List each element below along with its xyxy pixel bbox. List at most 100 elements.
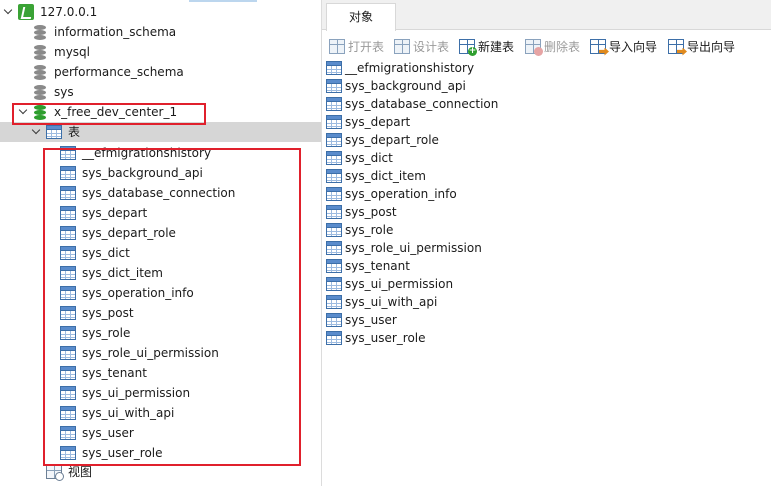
database-icon (34, 65, 46, 80)
tree-node-views-folder[interactable]: 视图 (0, 462, 321, 482)
object-list-item[interactable]: sys_operation_info (326, 185, 457, 203)
table-icon (60, 366, 76, 380)
open-table-icon (329, 38, 345, 54)
table-icon (60, 446, 76, 460)
table-icon (326, 331, 342, 345)
object-label: sys_role (345, 223, 394, 237)
chevron-down-icon[interactable] (31, 126, 43, 138)
export-wizard-label: 导出向导 (687, 39, 736, 54)
connection-label: 127.0.0.1 (40, 5, 98, 19)
tree-node-database[interactable]: mysql (0, 42, 321, 62)
table-icon (60, 266, 76, 280)
table-icon (60, 306, 76, 320)
tree-node-table[interactable]: sys_tenant (0, 363, 321, 383)
table-label: sys_dict (82, 246, 130, 260)
import-wizard-label: 导入向导 (609, 39, 658, 54)
tree-node-table[interactable]: sys_role_ui_permission (0, 343, 321, 363)
chevron-down-icon[interactable] (3, 6, 15, 18)
object-list-item[interactable]: sys_depart_role (326, 131, 439, 149)
open-database-label: x_free_dev_center_1 (54, 105, 178, 119)
table-label: sys_background_api (82, 166, 203, 180)
table-label: __efmigrationshistory (82, 146, 212, 160)
table-label: sys_ui_permission (82, 386, 191, 400)
tree-node-connection[interactable]: 127.0.0.1 (0, 2, 321, 22)
table-label: sys_dict_item (82, 266, 163, 280)
table-icon (60, 286, 76, 300)
tree-node-table[interactable]: sys_ui_permission (0, 383, 321, 403)
object-label: sys_dict (345, 151, 393, 165)
tree-node-table[interactable]: sys_dict (0, 243, 321, 263)
object-list-item[interactable]: sys_background_api (326, 77, 466, 95)
table-icon (60, 246, 76, 260)
object-list-item[interactable]: sys_depart (326, 113, 410, 131)
table-icon (326, 133, 342, 147)
table-icon (326, 169, 342, 183)
object-list-item[interactable]: __efmigrationshistory (326, 59, 474, 77)
tree-node-table[interactable]: sys_user_role (0, 443, 321, 463)
tab-objects[interactable]: 对象 (326, 3, 396, 31)
object-list-item[interactable]: sys_dict (326, 149, 393, 167)
table-icon (326, 151, 342, 165)
object-label: sys_depart (345, 115, 411, 129)
tree-node-table[interactable]: sys_dict_item (0, 263, 321, 283)
table-icon (326, 313, 342, 327)
table-icon (326, 115, 342, 129)
table-label: sys_user (82, 426, 134, 440)
table-icon (60, 226, 76, 240)
tree-node-table[interactable]: __efmigrationshistory (0, 143, 321, 163)
tree-node-database[interactable]: sys (0, 82, 321, 102)
new-table-button[interactable]: + 新建表 (459, 34, 514, 58)
tree-node-table[interactable]: sys_role (0, 323, 321, 343)
delete-table-icon (525, 38, 543, 56)
object-list-item[interactable]: sys_database_connection (326, 95, 498, 113)
design-table-button[interactable]: 设计表 (394, 34, 449, 58)
tree-node-table[interactable]: sys_background_api (0, 163, 321, 183)
export-icon (668, 38, 687, 56)
tree-node-table[interactable]: sys_database_connection (0, 183, 321, 203)
database-label: performance_schema (54, 65, 184, 79)
object-label: sys_depart_role (345, 133, 439, 147)
object-list-item[interactable]: sys_ui_with_api (326, 293, 437, 311)
tree-node-tables-folder[interactable]: 表 (0, 122, 321, 142)
table-icon (60, 186, 76, 200)
design-table-label: 设计表 (413, 39, 450, 54)
design-table-icon (394, 38, 410, 54)
object-list-item[interactable]: sys_ui_permission (326, 275, 453, 293)
tree-node-table[interactable]: sys_operation_info (0, 283, 321, 303)
table-label: sys_role (82, 326, 131, 340)
table-label: sys_user_role (82, 446, 163, 460)
export-wizard-button[interactable]: 导出向导 (668, 34, 735, 58)
table-icon (326, 259, 342, 273)
object-list-item[interactable]: sys_user (326, 311, 397, 329)
tree-node-table[interactable]: sys_ui_with_api (0, 403, 321, 423)
new-table-label: 新建表 (478, 39, 515, 54)
tree-node-database[interactable]: performance_schema (0, 62, 321, 82)
chevron-down-icon[interactable] (18, 106, 30, 118)
tree-node-table[interactable]: sys_post (0, 303, 321, 323)
object-list-item[interactable]: sys_role (326, 221, 393, 239)
object-toolbar: 打开表 设计表 + 新建表 删除表 导入向导 导出向导 (322, 34, 771, 58)
table-icon (326, 61, 342, 75)
tree-node-open-database[interactable]: x_free_dev_center_1 (0, 102, 321, 122)
table-icon (60, 406, 76, 420)
delete-table-label: 删除表 (544, 39, 581, 54)
import-wizard-button[interactable]: 导入向导 (590, 34, 657, 58)
tree-node-table[interactable]: sys_depart (0, 203, 321, 223)
delete-table-button[interactable]: 删除表 (525, 34, 580, 58)
views-folder-label: 视图 (68, 465, 93, 479)
tree-node-database[interactable]: information_schema (0, 22, 321, 42)
new-table-icon: + (459, 38, 477, 56)
object-list-item[interactable]: sys_user_role (326, 329, 426, 347)
object-list-item[interactable]: sys_dict_item (326, 167, 426, 185)
table-icon (326, 295, 342, 309)
object-label: sys_database_connection (345, 97, 499, 111)
table-icon (326, 187, 342, 201)
object-list-item[interactable]: sys_role_ui_permission (326, 239, 482, 257)
object-label: sys_post (345, 205, 397, 219)
tree-node-table[interactable]: sys_depart_role (0, 223, 321, 243)
object-list-item[interactable]: sys_tenant (326, 257, 410, 275)
object-label: sys_ui_with_api (345, 295, 438, 309)
tree-node-table[interactable]: sys_user (0, 423, 321, 443)
open-table-button[interactable]: 打开表 (329, 34, 384, 58)
object-list-item[interactable]: sys_post (326, 203, 397, 221)
